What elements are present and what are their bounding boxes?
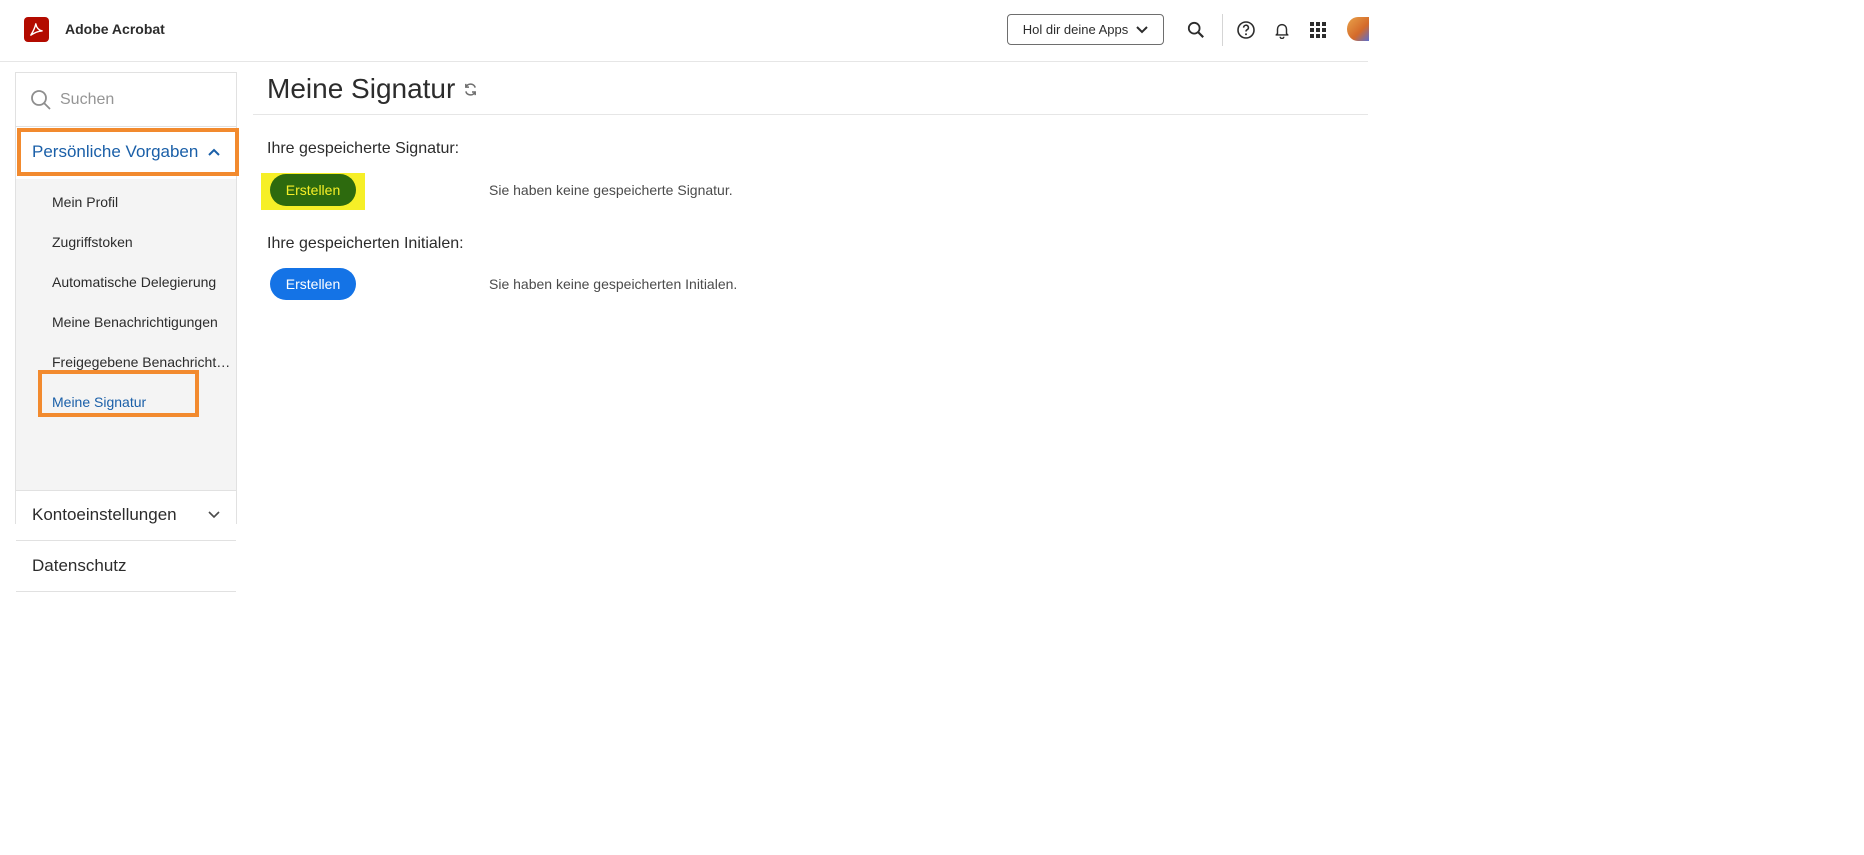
sidebar-item-freigegebene-benachrichtigungen[interactable]: Freigegebene Benachrichtig... — [52, 354, 232, 370]
sidebar-item-meine-benachrichtigungen[interactable]: Meine Benachrichtigungen — [52, 314, 232, 330]
page-title-text: Meine Signatur — [267, 73, 456, 104]
chevron-down-icon — [1136, 25, 1148, 33]
section-label: Kontoeinstellungen — [32, 505, 177, 524]
create-initials-button[interactable]: Erstellen — [270, 268, 356, 300]
section-datenschutz[interactable]: Datenschutz — [16, 541, 236, 591]
search-field[interactable]: Suchen — [17, 73, 237, 126]
acrobat-logo-icon[interactable] — [24, 17, 49, 42]
initials-note: Sie haben keine gespeicherten Initialen. — [489, 276, 738, 292]
signature-label: Ihre gespeicherte Signatur: — [267, 140, 460, 157]
signature-note: Sie haben keine gespeicherte Signatur. — [489, 182, 733, 198]
title-divider — [253, 114, 1368, 115]
top-bar: Adobe Acrobat Hol dir deine Apps — [0, 0, 1369, 62]
page-title: Meine Signatur — [267, 73, 478, 105]
sidebar-item-automatische-delegierung[interactable]: Automatische Delegierung — [52, 274, 232, 290]
section-label: Datenschutz — [32, 556, 127, 575]
sidebar-item-zugriffstoken[interactable]: Zugriffstoken — [52, 234, 232, 250]
divider — [16, 126, 236, 127]
refresh-icon[interactable] — [463, 82, 478, 97]
get-apps-label: Hol dir deine Apps — [1022, 22, 1129, 37]
search-icon[interactable] — [1184, 18, 1208, 42]
sidebar-item-mein-profil[interactable]: Mein Profil — [52, 194, 232, 210]
divider — [16, 591, 236, 592]
highlight-box-section — [17, 128, 239, 176]
app-title: Adobe Acrobat — [65, 21, 165, 37]
chevron-down-icon — [208, 511, 220, 519]
submenu-persoenliche-vorgaben: Mein Profil Zugriffstoken Automatische D… — [16, 179, 236, 490]
create-signature-button[interactable]: Erstellen — [270, 174, 356, 206]
section-kontoeinstellungen[interactable]: Kontoeinstellungen — [16, 490, 236, 540]
bell-icon[interactable] — [1270, 18, 1294, 42]
help-icon[interactable] — [1234, 18, 1258, 42]
highlight-box-active-item — [38, 370, 199, 417]
app-grid-icon[interactable] — [1306, 18, 1330, 42]
initials-label: Ihre gespeicherten Initialen: — [267, 235, 464, 252]
header-divider — [1222, 14, 1223, 46]
avatar[interactable] — [1347, 17, 1369, 41]
search-icon — [31, 89, 51, 110]
get-apps-button[interactable]: Hol dir deine Apps — [1007, 14, 1164, 45]
search-placeholder: Suchen — [60, 90, 115, 108]
